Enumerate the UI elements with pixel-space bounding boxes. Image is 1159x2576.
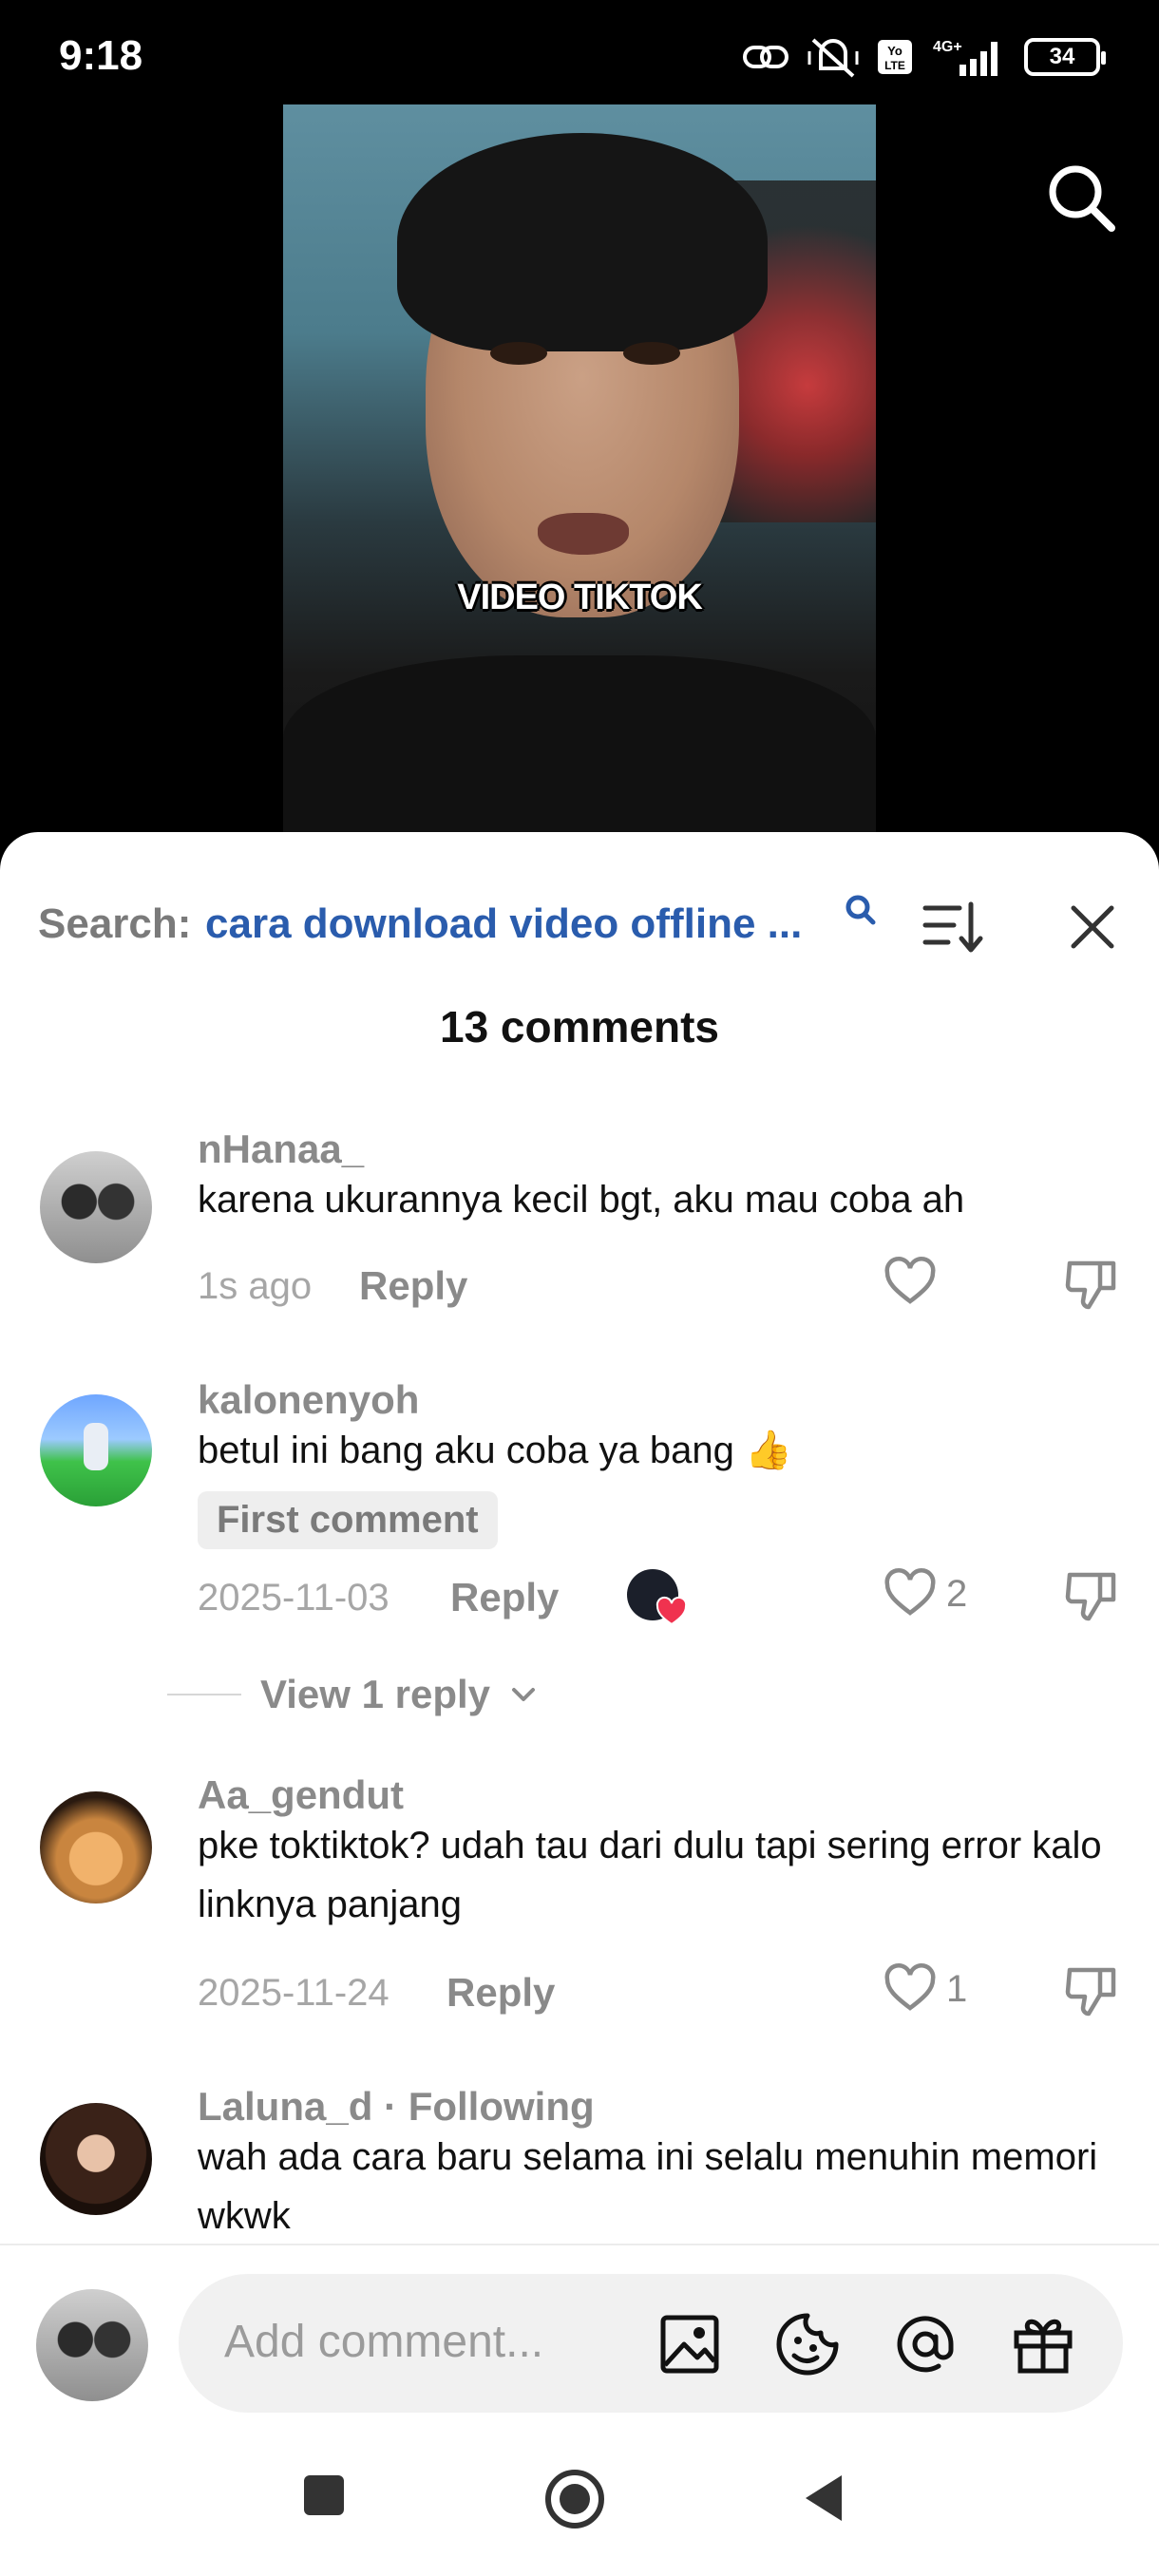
battery-icon: 34 — [1024, 38, 1106, 76]
divider — [167, 1694, 241, 1695]
my-avatar — [36, 2289, 148, 2401]
comment-time: 2025-11-03 — [198, 1577, 390, 1619]
reply-button[interactable]: Reply — [450, 1575, 559, 1620]
search-mini-icon[interactable] — [842, 891, 880, 929]
comment-input-bar: Add comment... — [0, 2244, 1159, 2424]
video-player[interactable]: VIDEO TIKTOK — [0, 104, 1159, 864]
dislike-button[interactable] — [1062, 1962, 1119, 2019]
like-button[interactable] — [884, 1256, 946, 1309]
avatar[interactable] — [40, 1394, 152, 1506]
search-icon[interactable] — [1043, 160, 1119, 236]
like-button[interactable]: 2 — [884, 1567, 967, 1620]
link-icon — [743, 46, 788, 68]
home-button[interactable] — [543, 2468, 606, 2530]
comment-username-text: Laluna_d — [198, 2084, 373, 2129]
mention-icon[interactable] — [891, 2310, 960, 2378]
like-count: 1 — [946, 1967, 968, 2010]
search-query-link[interactable]: cara download video offline ... — [205, 900, 802, 948]
chevron-down-icon — [512, 1688, 536, 1701]
close-icon[interactable] — [1066, 900, 1119, 954]
comment-username[interactable]: Aa_gendut — [198, 1772, 404, 1818]
status-icons: Yo LTE 4G+ 34 — [741, 34, 1106, 80]
comment-text: betul ini bang aku coba ya bang 👍 — [198, 1430, 792, 1471]
comment-input[interactable]: Add comment... — [179, 2274, 1123, 2413]
avatar[interactable] — [40, 2103, 152, 2215]
like-count: 2 — [946, 1572, 968, 1615]
avatar[interactable] — [40, 1791, 152, 1904]
comment-search-row[interactable]: Search: cara download video offline ... — [38, 887, 1121, 963]
gift-icon[interactable] — [1009, 2310, 1077, 2378]
comment-text: wah ada cara baru selama ini selalu menu… — [198, 2136, 1098, 2237]
thumbs-down-icon — [1065, 1572, 1116, 1621]
thumbs-down-icon — [1065, 1967, 1116, 2017]
reply-button[interactable]: Reply — [359, 1263, 467, 1309]
like-button[interactable]: 1 — [884, 1962, 967, 2016]
video-caption: VIDEO TIKTOK — [457, 578, 703, 617]
comment-time: 2025-11-24 — [198, 1972, 390, 2014]
heart-filled-icon — [656, 1596, 688, 1626]
heart-icon — [884, 1963, 936, 2011]
sticker-icon[interactable] — [773, 2310, 842, 2378]
search-label: Search: — [38, 900, 192, 947]
comment-input-placeholder: Add comment... — [224, 2317, 544, 2367]
status-bar: 9:18 Yo LTE 4G+ 34 — [0, 0, 1159, 104]
sort-icon[interactable] — [922, 899, 984, 956]
heart-icon — [884, 1257, 936, 1304]
recents-button[interactable] — [300, 2472, 348, 2519]
back-button[interactable] — [800, 2472, 847, 2525]
thumbs-down-icon — [1065, 1260, 1116, 1310]
svg-text:LTE: LTE — [884, 59, 905, 72]
dislike-button[interactable] — [1062, 1567, 1119, 1624]
reply-button[interactable]: Reply — [446, 1970, 555, 2016]
heart-icon — [884, 1568, 936, 1616]
status-time: 9:18 — [59, 32, 143, 79]
comment-username[interactable]: nHanaa_ — [198, 1127, 364, 1172]
battery-level: 34 — [1049, 44, 1075, 69]
system-nav-bar — [0, 2424, 1159, 2576]
signal-icon: 4G+ — [933, 39, 998, 76]
comment-item: Laluna_d · Following wah ada cara baru s… — [0, 2084, 1159, 2242]
first-comment-badge: First comment — [198, 1491, 498, 1549]
comment-username[interactable]: kalonenyoh — [198, 1377, 419, 1423]
svg-text:4G+: 4G+ — [933, 39, 962, 55]
comment-username[interactable]: Laluna_d · Following — [198, 2084, 595, 2130]
video-frame[interactable]: VIDEO TIKTOK — [283, 104, 876, 864]
following-label: · Following — [372, 2084, 595, 2129]
dislike-button[interactable] — [1062, 1256, 1119, 1313]
view-replies-button[interactable]: View 1 reply — [167, 1672, 538, 1717]
volte-icon: Yo LTE — [878, 40, 912, 74]
comment-time: 1s ago — [198, 1265, 313, 1307]
image-icon[interactable] — [656, 2310, 724, 2378]
comment-text: pke toktiktok? udah tau dari dulu tapi s… — [198, 1825, 1102, 1925]
creator-liked-avatar — [627, 1569, 688, 1626]
view-replies-label: View 1 reply — [260, 1672, 491, 1716]
svg-text:Yo: Yo — [887, 44, 902, 58]
comment-text: karena ukurannya kecil bgt, aku mau coba… — [198, 1179, 965, 1221]
avatar[interactable] — [40, 1151, 152, 1263]
comment-count: 13 comments — [439, 1002, 719, 1051]
vibrate-off-icon — [808, 38, 859, 78]
